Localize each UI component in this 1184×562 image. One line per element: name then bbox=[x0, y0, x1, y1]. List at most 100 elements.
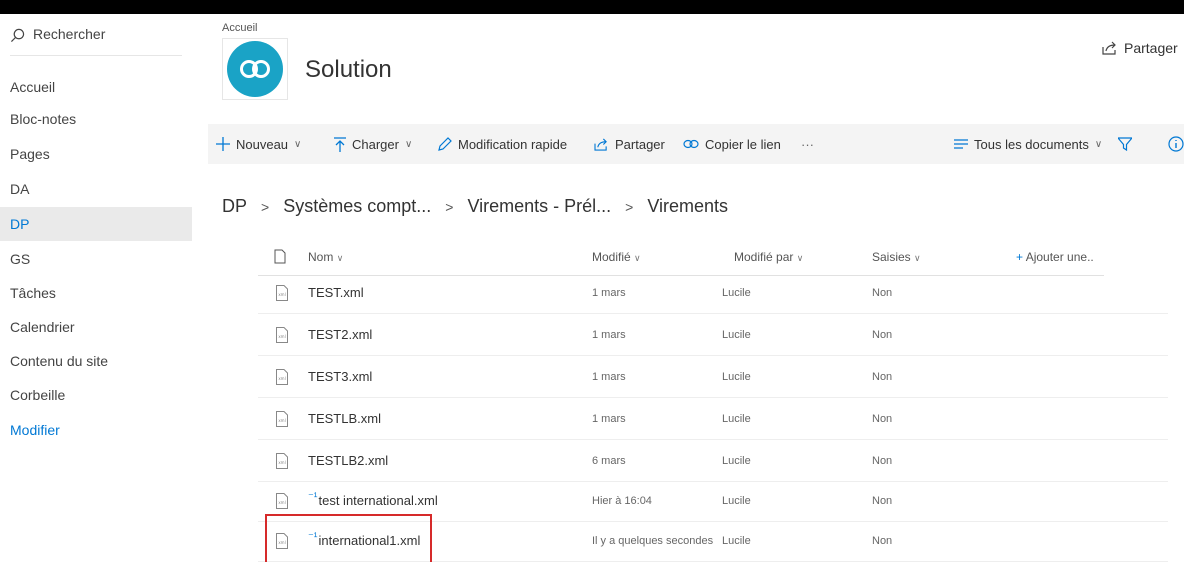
sidebar-edit-link[interactable]: Modifier bbox=[0, 413, 192, 447]
file-name[interactable]: TEST3.xml bbox=[308, 369, 372, 384]
breadcrumb-item-dp[interactable]: DP bbox=[222, 196, 247, 217]
file-modified: 1 mars bbox=[592, 413, 626, 425]
search-box[interactable]: Rechercher bbox=[10, 26, 182, 56]
share-label: Partager bbox=[615, 136, 665, 152]
chevron-down-icon: ∨ bbox=[294, 138, 302, 150]
home-breadcrumb[interactable]: Accueil bbox=[222, 22, 257, 34]
sidebar-item-contenu-du-site[interactable]: Contenu du site bbox=[0, 344, 192, 378]
file-type-column-header[interactable] bbox=[274, 249, 286, 267]
breadcrumb-item-virements-prel[interactable]: Virements - Prél... bbox=[467, 196, 611, 217]
file-modified-by[interactable]: Lucile bbox=[722, 413, 751, 425]
copy-link-button[interactable]: Copier le lien bbox=[683, 124, 781, 164]
file-modified: Hier à 16:04 bbox=[592, 495, 652, 507]
share-icon bbox=[1102, 41, 1116, 55]
table-row[interactable]: xml TEST2.xml 1 mars Lucile Non bbox=[258, 314, 1168, 356]
column-header-modified[interactable]: Modifié ∨ bbox=[592, 250, 641, 264]
column-header-modified-by[interactable]: Modifié par ∨ bbox=[734, 250, 803, 264]
command-bar: Nouveau ∨ Charger ∨ Modification rapide … bbox=[208, 124, 1184, 164]
add-column-button[interactable]: + Ajouter une.. bbox=[1016, 250, 1094, 264]
sidebar-item-taches[interactable]: Tâches bbox=[0, 276, 192, 310]
view-selector[interactable]: Tous les documents ∨ bbox=[954, 124, 1102, 164]
top-bar bbox=[0, 0, 1184, 14]
column-name-label: Nom bbox=[308, 250, 334, 264]
column-modified-by-label: Modifié par bbox=[734, 250, 794, 264]
new-label: Nouveau bbox=[236, 136, 289, 152]
sidebar-item-da[interactable]: DA bbox=[0, 172, 192, 206]
more-button[interactable]: ··· bbox=[801, 124, 814, 164]
share-icon bbox=[594, 138, 607, 151]
sidebar-item-dp[interactable]: DP bbox=[0, 207, 192, 241]
view-label: Tous les documents bbox=[974, 136, 1089, 152]
file-name[interactable]: test international.xml bbox=[318, 493, 437, 508]
search-label: Rechercher bbox=[33, 26, 106, 42]
column-modified-label: Modifié bbox=[592, 250, 631, 264]
chevron-down-icon: ∨ bbox=[336, 253, 344, 263]
file-saisies: Non bbox=[872, 455, 893, 467]
upload-button[interactable]: Charger ∨ bbox=[334, 124, 412, 164]
breadcrumb-item-systemes[interactable]: Systèmes compt... bbox=[283, 196, 431, 217]
file-modified-by[interactable]: Lucile bbox=[722, 455, 751, 467]
quick-edit-button[interactable]: Modification rapide bbox=[438, 124, 567, 164]
site-logo[interactable] bbox=[222, 38, 288, 100]
xml-file-icon: xml bbox=[276, 411, 288, 427]
sidebar-item-gs[interactable]: GS bbox=[0, 242, 192, 276]
share-site-label: Partager bbox=[1124, 40, 1178, 56]
file-modified: Il y a quelques secondes bbox=[592, 535, 714, 547]
search-icon bbox=[10, 28, 25, 43]
file-modified-by[interactable]: Lucile bbox=[722, 329, 751, 341]
file-modified-by[interactable]: Lucile bbox=[722, 535, 751, 547]
file-modified-by[interactable]: Lucile bbox=[722, 495, 751, 507]
xml-file-icon: xml bbox=[276, 453, 288, 469]
file-modified-by[interactable]: Lucile bbox=[722, 371, 751, 383]
copy-link-label: Copier le lien bbox=[705, 136, 781, 152]
file-saisies: Non bbox=[872, 495, 893, 507]
file-modified: 1 mars bbox=[592, 287, 626, 299]
file-modified-by[interactable]: Lucile bbox=[722, 287, 751, 299]
more-icon: ··· bbox=[801, 136, 814, 152]
file-modified: 1 mars bbox=[592, 371, 626, 383]
chevron-down-icon: ∨ bbox=[634, 253, 641, 263]
svg-text:xml: xml bbox=[278, 460, 285, 465]
file-name[interactable]: TEST.xml bbox=[308, 285, 364, 300]
table-row[interactable]: xml TEST3.xml 1 mars Lucile Non bbox=[258, 356, 1168, 398]
upload-label: Charger bbox=[352, 136, 399, 152]
upload-icon bbox=[334, 136, 346, 152]
sidebar-item-pages[interactable]: Pages bbox=[0, 137, 192, 171]
share-site-button[interactable]: Partager bbox=[1102, 40, 1178, 56]
sidebar-item-bloc-notes[interactable]: Bloc-notes bbox=[0, 102, 192, 136]
link-icon bbox=[683, 139, 699, 149]
info-button[interactable] bbox=[1168, 124, 1184, 164]
site-logo-circle bbox=[227, 41, 283, 97]
chevron-right-icon: > bbox=[445, 198, 454, 215]
column-header-name[interactable]: Nom ∨ bbox=[308, 250, 343, 264]
svg-text:xml: xml bbox=[278, 500, 285, 505]
file-name[interactable]: TEST2.xml bbox=[308, 327, 372, 342]
svg-text:xml: xml bbox=[278, 334, 285, 339]
table-row[interactable]: xml TESTLB2.xml 6 mars Lucile Non bbox=[258, 440, 1168, 482]
table-row[interactable]: xml TESTLB.xml 1 mars Lucile Non bbox=[258, 398, 1168, 440]
quick-edit-label: Modification rapide bbox=[458, 136, 568, 152]
file-saisies: Non bbox=[872, 413, 893, 425]
xml-file-icon: xml bbox=[276, 493, 288, 509]
file-name[interactable]: TESTLB.xml bbox=[308, 411, 381, 426]
new-button[interactable]: Nouveau ∨ bbox=[216, 124, 301, 164]
file-name-cell: ⁻¹test international.xml bbox=[308, 491, 438, 508]
filter-icon bbox=[1118, 137, 1132, 151]
file-name[interactable]: TESTLB2.xml bbox=[308, 453, 388, 468]
infinity-loop-icon bbox=[240, 60, 270, 78]
table-row[interactable]: xml TEST.xml 1 mars Lucile Non bbox=[258, 272, 1168, 314]
sidebar-item-corbeille[interactable]: Corbeille bbox=[0, 378, 192, 412]
svg-text:xml: xml bbox=[278, 418, 285, 423]
plus-icon bbox=[216, 137, 230, 151]
sidebar-item-calendrier[interactable]: Calendrier bbox=[0, 310, 192, 344]
column-header-saisies[interactable]: Saisies ∨ bbox=[872, 250, 921, 264]
sidebar-item-accueil[interactable]: Accueil bbox=[0, 70, 192, 104]
site-title: Solution bbox=[305, 56, 392, 83]
xml-file-icon: xml bbox=[276, 285, 288, 301]
new-item-icon: ⁻¹ bbox=[308, 491, 318, 503]
share-button[interactable]: Partager bbox=[594, 124, 665, 164]
svg-text:xml: xml bbox=[278, 376, 285, 381]
highlight-box bbox=[265, 514, 432, 562]
file-saisies: Non bbox=[872, 329, 893, 341]
filter-button[interactable] bbox=[1118, 124, 1132, 164]
